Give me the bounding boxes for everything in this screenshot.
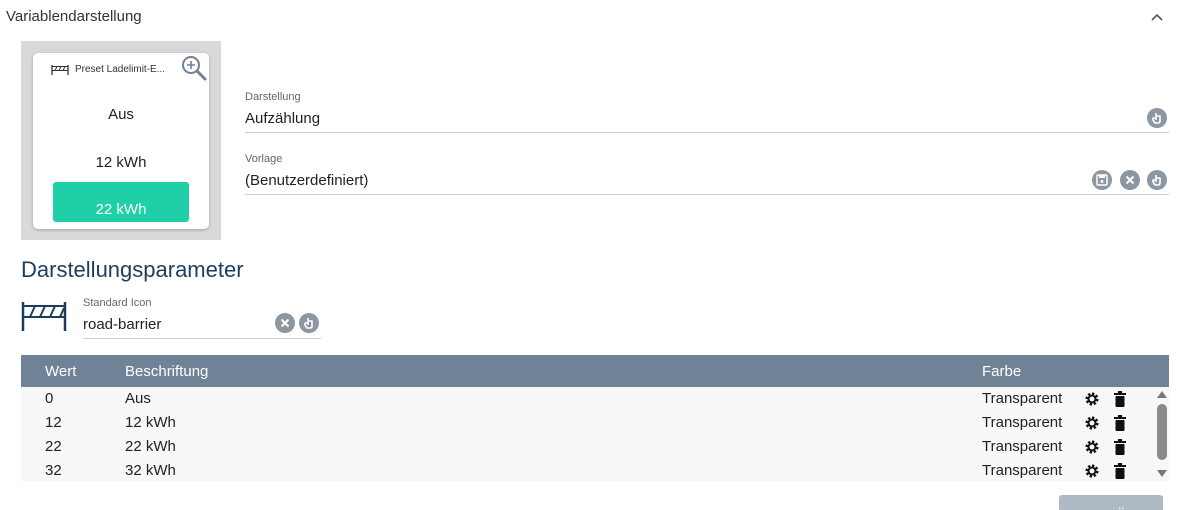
cell-wert: 12	[45, 414, 62, 431]
vorlage-underline	[245, 194, 1169, 195]
preview-card: Preset Ladelimit-E... Aus 12 kWh 22 kWh	[33, 53, 209, 229]
cell-beschriftung: 12 kWh	[125, 414, 176, 431]
trash-icon[interactable]	[1113, 463, 1127, 479]
gear-icon[interactable]	[1084, 415, 1100, 431]
table-header: Wert Beschriftung Farbe	[21, 355, 1169, 387]
chevron-up-icon[interactable]	[1149, 10, 1165, 24]
table-row[interactable]: 12 12 kWh Transparent	[21, 411, 1151, 435]
table-row[interactable]: 32 32 kWh Transparent	[21, 459, 1151, 481]
road-barrier-icon	[21, 302, 67, 331]
preview-title: Preset Ladelimit-E...	[75, 64, 166, 75]
road-barrier-icon	[51, 65, 69, 75]
cell-farbe: Transparent	[982, 414, 1063, 431]
page: Variablendarstellung Preset Ladelimit-E.…	[0, 0, 1186, 510]
cell-wert: 32	[45, 462, 62, 479]
trash-icon[interactable]	[1113, 391, 1127, 407]
section-title: Variablendarstellung	[6, 8, 142, 25]
cell-beschriftung: Aus	[125, 390, 151, 407]
gear-icon[interactable]	[1084, 463, 1100, 479]
select-pointer-icon[interactable]	[299, 313, 319, 333]
vorlage-label: Vorlage	[245, 153, 283, 165]
trash-icon[interactable]	[1113, 439, 1127, 455]
select-pointer-icon[interactable]	[1147, 108, 1167, 128]
gear-icon[interactable]	[1084, 391, 1100, 407]
cell-beschriftung: 22 kWh	[125, 438, 176, 455]
standard-icon-underline	[83, 338, 321, 339]
cell-farbe: Transparent	[982, 462, 1063, 479]
save-icon[interactable]	[1092, 170, 1112, 190]
cell-farbe: Transparent	[982, 438, 1063, 455]
zoom-in-icon[interactable]	[180, 54, 208, 82]
trash-icon[interactable]	[1113, 415, 1127, 431]
standard-icon-label: Standard Icon	[83, 297, 152, 309]
preview-option[interactable]: 12 kWh	[33, 154, 209, 171]
clear-icon[interactable]	[275, 313, 295, 333]
select-pointer-icon[interactable]	[1147, 170, 1167, 190]
scrollbar-thumb[interactable]	[1157, 404, 1167, 460]
params-title: Darstellungsparameter	[21, 257, 244, 282]
table-row[interactable]: 22 22 kWh Transparent	[21, 435, 1151, 459]
preview-option-active[interactable]: 22 kWh	[53, 182, 189, 222]
clear-icon[interactable]	[1120, 170, 1140, 190]
gear-icon[interactable]	[1084, 439, 1100, 455]
cell-beschriftung: 32 kWh	[125, 462, 176, 479]
column-header-wert[interactable]: Wert	[45, 363, 76, 380]
section-header[interactable]: Variablendarstellung	[0, 0, 1186, 36]
scroll-down-arrow[interactable]	[1157, 470, 1167, 477]
cell-wert: 0	[45, 390, 54, 407]
add-button[interactable]: HINZUFÜGEN	[1059, 495, 1163, 510]
scroll-up-arrow[interactable]	[1157, 391, 1167, 398]
darstellung-label: Darstellung	[245, 91, 301, 103]
standard-icon-field[interactable]: road-barrier	[83, 316, 161, 333]
darstellung-underline	[245, 132, 1169, 133]
column-header-farbe[interactable]: Farbe	[982, 363, 1021, 380]
preview-option[interactable]: Aus	[33, 106, 209, 123]
table-row[interactable]: 0 Aus Transparent	[21, 387, 1151, 411]
darstellung-field[interactable]: Aufzählung	[245, 110, 320, 127]
cell-wert: 22	[45, 438, 62, 455]
column-header-beschriftung[interactable]: Beschriftung	[125, 363, 208, 380]
cell-farbe: Transparent	[982, 390, 1063, 407]
vorlage-field[interactable]: (Benutzerdefiniert)	[245, 172, 368, 189]
table-body: 0 Aus Transparent 12 12 kWh Transparent …	[21, 387, 1169, 481]
